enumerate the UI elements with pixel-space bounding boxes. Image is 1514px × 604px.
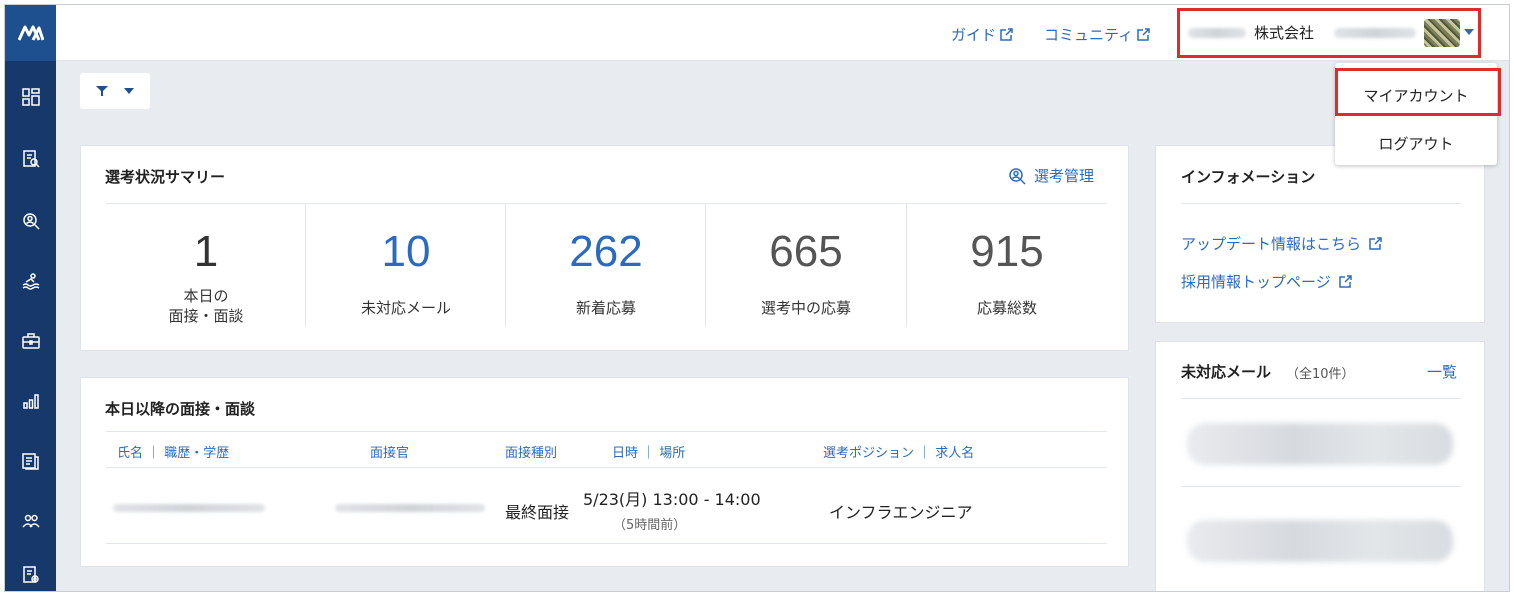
unread-mail-list-link[interactable]: 一覧: [1427, 361, 1457, 382]
external-link-icon: [1137, 28, 1150, 41]
col-name: 氏名 ｜ 職歴・学歴: [117, 446, 230, 461]
logo-icon: [17, 25, 44, 41]
divider: [1181, 486, 1461, 487]
interview-type: 最終面接: [505, 503, 570, 522]
briefcase-icon[interactable]: [5, 321, 56, 361]
stat-total-applications-value[interactable]: 915: [907, 230, 1107, 274]
redacted-mail-item[interactable]: [1187, 520, 1453, 562]
col-datetime: 日時 ｜ 場所: [612, 446, 686, 461]
interview-relative-time: （5時間前）: [613, 518, 687, 533]
company-name: 株式会社: [1254, 24, 1315, 42]
selection-manage-link[interactable]: 選考管理: [1008, 165, 1094, 186]
stat-in-selection-value[interactable]: 665: [706, 230, 906, 274]
divider: [106, 203, 1107, 204]
col-interview-type: 面接種別: [505, 446, 558, 461]
update-info-link[interactable]: アップデート情報はこちら: [1181, 233, 1382, 254]
stat-new-applications-value[interactable]: 262: [506, 230, 706, 274]
recruit-top-label: 採用情報トップページ: [1181, 273, 1331, 291]
redacted-text: [1188, 28, 1246, 38]
top-header: ガイド コミュニティ 株式会社: [56, 5, 1509, 61]
divider: [1181, 398, 1461, 399]
unread-mail-count: （全10件）: [1286, 367, 1355, 382]
stat-interviews-today-label: 本日の 面接・面談: [168, 287, 244, 326]
community-link-label: コミュニティ: [1044, 26, 1134, 44]
unread-mail-title: 未対応メール: [1181, 363, 1272, 381]
guide-link[interactable]: ガイド: [951, 24, 1013, 45]
dashboard-icon[interactable]: [5, 77, 56, 117]
interviews-title: 本日以降の面接・面談: [105, 400, 256, 418]
redacted-interviewer: [335, 504, 485, 512]
redacted-text: [1334, 28, 1416, 38]
candidate-search-icon: [1009, 167, 1026, 185]
divider: [106, 431, 1107, 432]
divider: [106, 543, 1107, 544]
stat-in-selection-label: 選考中の応募: [760, 299, 851, 317]
chevron-down-icon[interactable]: [1464, 29, 1474, 35]
col-interviewer: 面接官: [370, 446, 410, 461]
candidate-search-icon[interactable]: [5, 201, 56, 241]
divider: [106, 467, 1107, 468]
chart-icon[interactable]: [5, 381, 56, 421]
selection-manage-label: 選考管理: [1034, 167, 1095, 185]
users-icon[interactable]: [5, 501, 56, 541]
stat-total-applications-label: 応募総数: [976, 299, 1037, 317]
divider: [1181, 203, 1461, 204]
summary-title: 選考状況サマリー: [105, 168, 226, 186]
document-list-icon[interactable]: [5, 441, 56, 481]
external-link-icon: [1369, 237, 1382, 250]
stat-new-applications-label: 新着応募: [575, 299, 636, 317]
document-settings-icon[interactable]: [5, 555, 56, 591]
app-frame: ガイド コミュニティ 株式会社 選考状況サマリー 選考管理 1 本日の 面接・面…: [4, 4, 1510, 592]
external-link-icon: [1000, 28, 1013, 41]
sidebar: [5, 5, 56, 591]
interview-datetime: 5/23(月) 13:00 - 14:00: [583, 490, 761, 509]
logout-menu-item[interactable]: ログアウト: [1335, 119, 1497, 167]
filter-icon: [96, 86, 108, 96]
swimmer-icon[interactable]: [5, 261, 56, 301]
col-position: 選考ポジション ｜ 求人名: [823, 446, 975, 461]
external-link-icon: [1338, 275, 1352, 288]
chevron-down-icon: [124, 88, 134, 94]
my-account-highlight: [1335, 68, 1501, 116]
avatar[interactable]: [1424, 19, 1460, 47]
information-title: インフォメーション: [1181, 168, 1316, 186]
document-search-icon[interactable]: [5, 139, 56, 179]
update-info-label: アップデート情報はこちら: [1181, 235, 1362, 253]
stat-unread-mail-value[interactable]: 10: [306, 230, 506, 274]
guide-link-label: ガイド: [951, 26, 997, 44]
logout-label: ログアウト: [1378, 134, 1454, 153]
redacted-mail-item[interactable]: [1187, 423, 1453, 465]
filter-button[interactable]: [80, 73, 150, 109]
app-logo[interactable]: [5, 5, 56, 61]
recruit-top-link[interactable]: 採用情報トップページ: [1181, 271, 1352, 292]
stat-unread-mail-label: 未対応メール: [360, 299, 451, 317]
interview-position[interactable]: インフラエンジニア: [829, 499, 973, 523]
redacted-candidate-name: [113, 504, 265, 512]
community-link[interactable]: コミュニティ: [1044, 24, 1150, 45]
stat-interviews-today-value[interactable]: 1: [106, 230, 306, 274]
